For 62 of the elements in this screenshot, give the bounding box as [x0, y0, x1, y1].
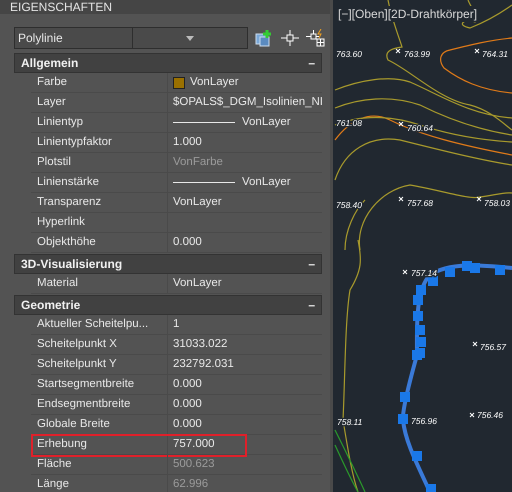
property-value[interactable]: 232792.031 — [173, 355, 234, 374]
point-marker-icon — [402, 270, 408, 274]
point-marker-icon — [470, 412, 474, 418]
spot-height-label: 763.99 — [404, 49, 430, 59]
add-selection-icon[interactable] — [254, 29, 274, 47]
spot-height-label: 764.31 — [482, 49, 508, 59]
property-label: Hyperlink — [31, 213, 168, 232]
property-value[interactable]: 1 — [173, 315, 180, 334]
viewport-title[interactable]: [−][Oben][2D-Drahtkörper] — [336, 6, 480, 22]
property-label: Startsegmentbreite — [31, 375, 168, 394]
panel-title: EIGENSCHAFTEN — [10, 0, 112, 14]
property-value[interactable]: $OPALS$_DGM_Isolinien_NI — [173, 93, 322, 112]
property-value[interactable]: VonLayer — [242, 113, 291, 132]
property-label: Erhebung — [31, 435, 168, 454]
property-label: Farbe — [31, 73, 168, 92]
property-label: Fläche — [31, 455, 168, 474]
property-value[interactable]: 0.000 — [173, 375, 202, 394]
spot-height-label: 757.68 — [407, 198, 433, 208]
property-label: Plotstil — [31, 153, 168, 172]
object-type-dropdown[interactable]: Polylinie — [14, 27, 248, 49]
section-header[interactable]: 3D-Visualisierung – — [14, 254, 322, 274]
property-label: Scheitelpunkt Y — [31, 355, 168, 374]
caret-icon — [186, 36, 194, 40]
line-sample — [173, 182, 235, 183]
point-marker-icon — [396, 48, 400, 54]
point-marker-icon — [398, 196, 404, 202]
quick-select-icon[interactable] — [306, 29, 326, 47]
property-label: Länge — [31, 475, 168, 492]
spot-height-label: 758.03 — [484, 198, 510, 208]
section-header[interactable]: Geometrie – — [14, 295, 322, 315]
property-value[interactable]: 757.000 — [173, 435, 215, 454]
property-value[interactable]: 0.000 — [173, 395, 202, 414]
property-label: Material — [31, 274, 168, 293]
point-marker-icon — [476, 196, 482, 202]
property-value[interactable]: 31033.022 — [173, 335, 228, 354]
crosshair-icon[interactable] — [280, 29, 300, 47]
spot-height-label: 756.46 — [477, 410, 503, 420]
property-value[interactable]: 0.000 — [173, 415, 202, 434]
property-label: Layer — [31, 93, 168, 112]
property-label: Objekthöhe — [31, 233, 168, 252]
spot-height-label: 763.60 — [336, 49, 362, 59]
property-value[interactable]: VonLayer — [190, 73, 239, 92]
spot-height-label: 756.96 — [411, 416, 437, 426]
point-marker-icon — [398, 122, 404, 126]
property-label: Aktueller Scheitelpu... — [31, 315, 168, 334]
property-label: Linienstärke — [31, 173, 168, 192]
property-label: Endsegmentbreite — [31, 395, 168, 414]
property-value[interactable]: VonLayer — [173, 193, 222, 212]
property-label: Linientyp — [31, 113, 168, 132]
property-label: Scheitelpunkt X — [31, 335, 168, 354]
property-label: Linientypfaktor — [31, 133, 168, 152]
point-marker-icon — [472, 342, 478, 346]
line-sample — [173, 122, 235, 123]
property-label: Globale Breite — [31, 415, 168, 434]
point-marker-icon — [474, 48, 480, 54]
property-value[interactable]: VonLayer — [242, 173, 291, 192]
property-value[interactable]: 1.000 — [173, 133, 202, 152]
property-value[interactable]: 0.000 — [173, 233, 202, 252]
property-label: Transparenz — [31, 193, 168, 212]
spot-height-label: 756.57 — [480, 342, 506, 352]
property-value[interactable]: VonLayer — [173, 274, 222, 293]
section-header[interactable]: Allgemein – — [14, 53, 322, 73]
